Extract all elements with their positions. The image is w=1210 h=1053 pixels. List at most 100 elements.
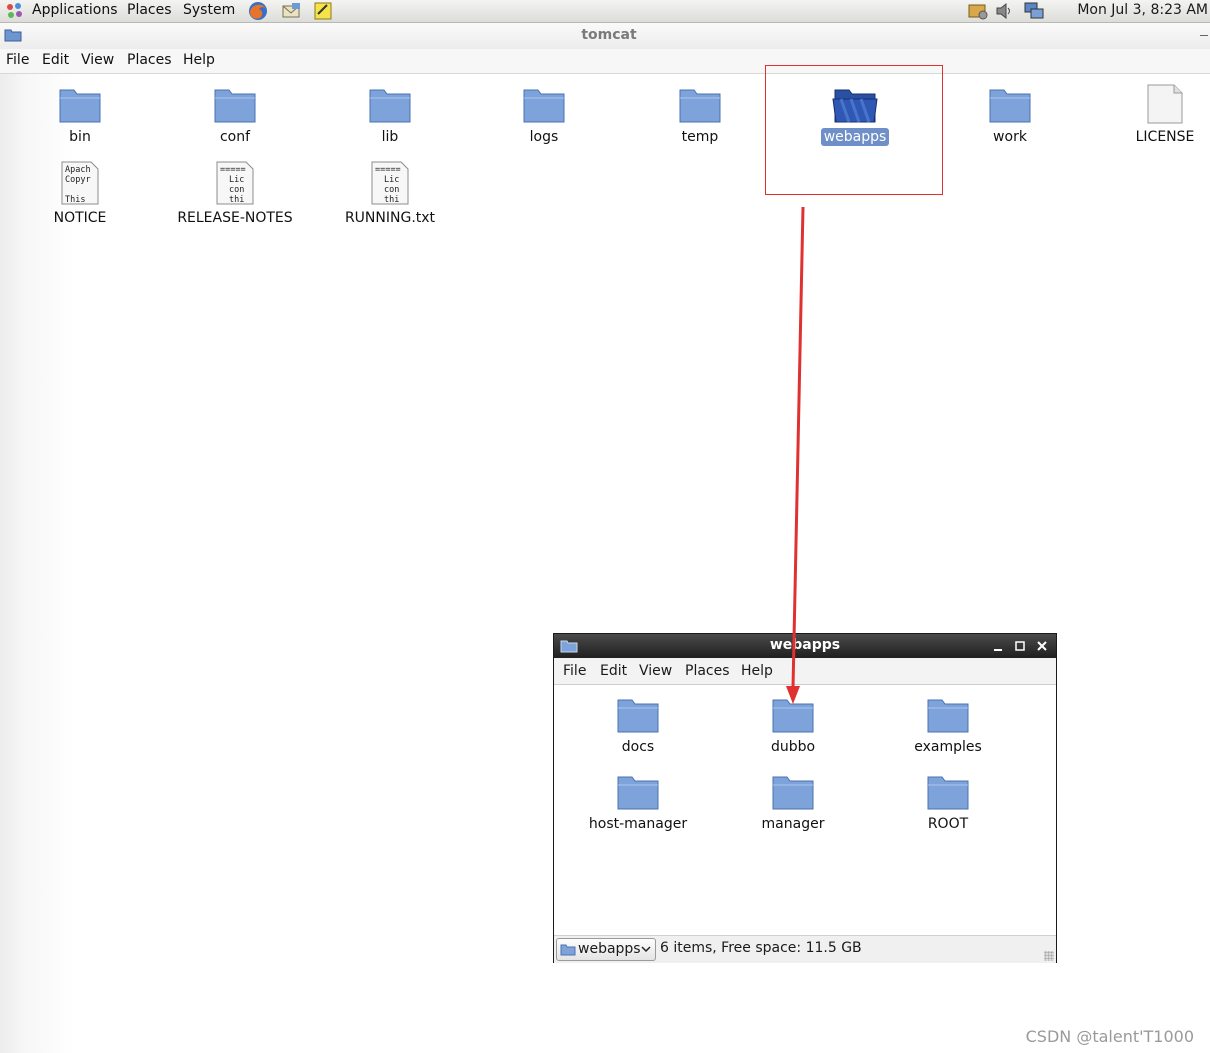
location-dropdown[interactable]: webapps: [556, 938, 656, 961]
menubar: File Edit View Places Help: [0, 49, 1210, 74]
menu-edit[interactable]: Edit: [600, 663, 627, 679]
folder-icon: [523, 89, 565, 123]
item-label: lib: [381, 129, 399, 145]
preview-line: thi: [229, 195, 244, 205]
statusbar: webapps 6 items, Free space: 11.5 GB: [554, 935, 1056, 963]
menu-file[interactable]: File: [6, 52, 29, 68]
folder-icon: [989, 89, 1031, 123]
webapps-menubar: File Edit View Places Help: [554, 658, 1056, 685]
item-label: LICENSE: [1135, 129, 1195, 145]
folder-item-logs[interactable]: logs: [469, 86, 619, 146]
folder-item-dubbo[interactable]: dubbo: [718, 696, 868, 756]
preview-line: Copyr: [65, 175, 91, 185]
folder-icon: [772, 699, 814, 733]
window-titlebar[interactable]: tomcat: [0, 23, 1210, 49]
menu-edit[interactable]: Edit: [42, 52, 69, 68]
folder-icon: [59, 89, 101, 123]
folder-icon: [617, 699, 659, 733]
text-file-icon: Apach Copyr This: [61, 161, 99, 205]
item-label: ROOT: [927, 816, 969, 832]
folder-icon: [214, 89, 256, 123]
item-label: dubbo: [770, 739, 816, 755]
preview-line: con: [229, 185, 244, 195]
folder-item-root[interactable]: ROOT: [873, 773, 1023, 833]
menu-help[interactable]: Help: [741, 663, 773, 679]
menu-view[interactable]: View: [639, 663, 672, 679]
minimize-button[interactable]: [1200, 35, 1208, 36]
menu-file[interactable]: File: [563, 663, 586, 679]
item-label: host-manager: [588, 816, 688, 832]
network-icon[interactable]: [1022, 1, 1046, 21]
webapps-window-title: webapps: [769, 637, 841, 653]
folder-item-docs[interactable]: docs: [563, 696, 713, 756]
status-text: 6 items, Free space: 11.5 GB: [660, 940, 862, 956]
close-button[interactable]: [1035, 638, 1049, 654]
folder-item-conf[interactable]: conf: [160, 86, 310, 146]
document-icon: [1147, 84, 1183, 124]
window-title: tomcat: [581, 27, 637, 43]
text-file-icon: ===== Lic con thi: [216, 161, 254, 205]
item-label: docs: [621, 739, 655, 755]
location-label: webapps: [578, 941, 641, 957]
gnome-foot-icon[interactable]: [5, 2, 25, 20]
item-label: NOTICE: [53, 210, 107, 226]
panel-clock[interactable]: Mon Jul 3, 8:23 AM: [1077, 0, 1208, 20]
preview-line: =====: [220, 165, 246, 175]
panel-menu-places[interactable]: Places: [127, 0, 172, 22]
top-panel: Applications Places System Mon Jul 3, 8:…: [0, 0, 1210, 23]
firefox-icon[interactable]: [247, 0, 269, 22]
item-label: manager: [761, 816, 825, 832]
webapps-window: webapps File Edit View Places Help docs …: [553, 633, 1057, 963]
panel-menu-system[interactable]: System: [183, 0, 235, 22]
folder-item-manager[interactable]: manager: [718, 773, 868, 833]
item-label: bin: [69, 129, 91, 145]
preview-line: con: [384, 185, 399, 195]
item-label: RUNNING.txt: [344, 210, 436, 226]
minimize-button[interactable]: [991, 638, 1005, 654]
preview-line: =====: [375, 165, 401, 175]
resize-grip[interactable]: [1044, 951, 1054, 961]
folder-item-examples[interactable]: examples: [873, 696, 1023, 756]
item-label: conf: [219, 129, 251, 145]
menu-help[interactable]: Help: [183, 52, 215, 68]
volume-icon[interactable]: [993, 1, 1017, 21]
item-label: logs: [529, 129, 559, 145]
preview-line: thi: [384, 195, 399, 205]
annotation-highlight-box: [765, 65, 943, 195]
folder-icon: [369, 89, 411, 123]
webapps-titlebar[interactable]: webapps: [554, 634, 1056, 658]
maximize-button[interactable]: [1013, 638, 1027, 654]
item-label: examples: [914, 739, 982, 755]
folder-icon: [679, 89, 721, 123]
folder-icon: [772, 776, 814, 810]
text-file-icon: ===== Lic con thi: [371, 161, 409, 205]
file-item-license[interactable]: LICENSE: [1090, 84, 1210, 146]
folder-icon: [617, 776, 659, 810]
update-notifier-icon[interactable]: [966, 1, 990, 21]
webapps-file-view[interactable]: docs dubbo examples host-manager manager…: [554, 685, 1056, 935]
folder-item-temp[interactable]: temp: [625, 86, 775, 146]
item-label: temp: [681, 129, 719, 145]
watermark: CSDN @talent'T1000: [1025, 1027, 1194, 1046]
folder-item-host-manager[interactable]: host-manager: [563, 773, 713, 833]
menu-view[interactable]: View: [81, 52, 114, 68]
folder-icon: [927, 699, 969, 733]
item-label: work: [993, 129, 1027, 145]
menu-places[interactable]: Places: [127, 52, 172, 68]
notes-icon[interactable]: [312, 0, 334, 22]
menu-places[interactable]: Places: [685, 663, 730, 679]
folder-icon: [560, 944, 576, 956]
file-item-running-txt[interactable]: ===== Lic con thi RUNNING.txt: [315, 161, 465, 227]
folder-item-bin[interactable]: bin: [5, 86, 155, 146]
preview-line: This: [65, 195, 85, 205]
file-item-release-notes[interactable]: ===== Lic con thi RELEASE-NOTES: [160, 161, 310, 227]
panel-menu-applications[interactable]: Applications: [32, 0, 118, 22]
folder-icon: [927, 776, 969, 810]
folder-item-lib[interactable]: lib: [315, 86, 465, 146]
email-icon[interactable]: [280, 0, 302, 22]
folder-item-work[interactable]: work: [935, 86, 1085, 146]
file-item-notice[interactable]: Apach Copyr This NOTICE: [5, 161, 155, 227]
preview-line: Lic: [229, 175, 244, 185]
preview-line: Apach: [65, 165, 91, 175]
preview-line: Lic: [384, 175, 399, 185]
